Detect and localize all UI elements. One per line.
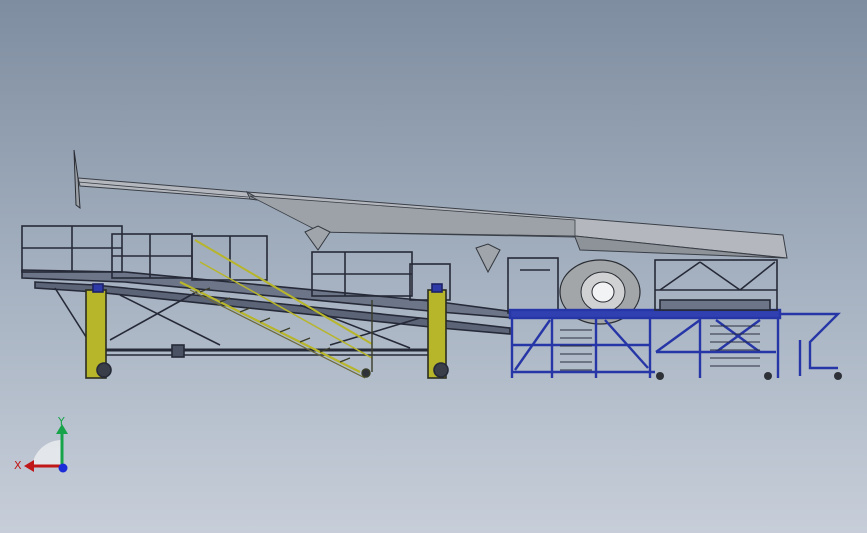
- flap-fairing-1: [304, 225, 331, 251]
- cad-viewport[interactable]: Y X: [0, 0, 867, 533]
- coordinate-triad: Y X: [14, 415, 68, 473]
- left-platform[interactable]: [21, 225, 516, 379]
- blue-wheel-1: [656, 372, 664, 380]
- triad-base-arc: [32, 439, 62, 466]
- flap-fairing-2: [475, 243, 501, 274]
- aircraft-wing[interactable]: [73, 149, 788, 274]
- wing-flap: [249, 195, 576, 237]
- center-frame: [507, 257, 559, 314]
- wheel-middle: [433, 362, 449, 378]
- wheel-left: [96, 362, 112, 378]
- blue-wheel-3: [834, 372, 842, 380]
- tow-bar[interactable]: [780, 312, 841, 370]
- engine-spinner: [591, 281, 615, 303]
- right-upper-frame: [654, 259, 778, 311]
- z-axis-dot: [58, 463, 68, 473]
- blue-platform[interactable]: [508, 308, 842, 380]
- blue-platform-deck: [508, 308, 782, 320]
- x-axis-label: X: [14, 459, 22, 472]
- y-axis-label: Y: [57, 415, 65, 428]
- stair-wheel: [361, 368, 371, 378]
- 3d-model-view[interactable]: [0, 0, 867, 533]
- blue-wheel-2: [764, 372, 772, 380]
